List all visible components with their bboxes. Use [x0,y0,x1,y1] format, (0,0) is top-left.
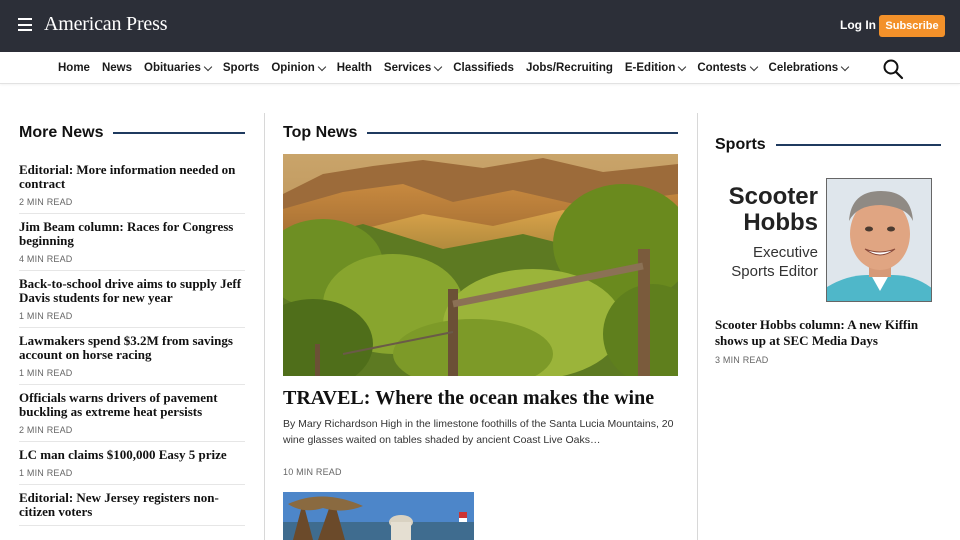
chevron-down-icon [203,62,213,71]
subscribe-button[interactable]: Subscribe [879,15,945,37]
read-time: 2 MIN READ [19,425,73,435]
chevron-down-icon [749,62,758,71]
more-news-title[interactable]: Back-to-school drive aims to supply Jeff… [19,277,245,305]
more-news-item[interactable]: Back-to-school drive aims to supply Jeff… [19,277,245,328]
nav-item-label: Health [336,62,372,74]
search-icon[interactable] [882,58,904,80]
more-news-title[interactable]: Lawmakers spend $3.2M from savings accou… [19,334,245,362]
more-news-title[interactable]: LC man claims $100,000 Easy 5 prize [19,448,245,462]
read-time: 1 MIN READ [19,468,73,478]
sports-header: Sports [715,136,941,154]
more-news-item[interactable]: LC man claims $100,000 Easy 5 prize 1 MIN… [19,448,245,485]
site-header: American Press Log In Subscribe [0,0,960,52]
more-news-item[interactable]: Officials warns drivers of pavement buck… [19,391,245,442]
lead-story-title[interactable]: TRAVEL: Where the ocean makes the wine [283,387,654,410]
read-time: 2 MIN READ [19,197,73,207]
nav-item-news[interactable]: News [102,62,132,74]
nav-item-health[interactable]: Health [337,62,372,74]
nav-item-label: Home [58,62,90,74]
nav-item-contests[interactable]: Contests [697,62,758,74]
nav-item-label: Opinion [271,62,315,74]
nav-item-classifieds[interactable]: Classifieds [453,62,514,74]
menu-icon[interactable] [18,18,32,31]
nav-items: Home News Obituaries Sports Opinion Health Ser… [58,52,860,84]
more-news-header: More News [19,124,245,142]
nav-item-obituaries[interactable]: Obituaries [144,62,213,74]
sports-story-title[interactable]: Scooter Hobbs column: A new Kiffin shows… [715,317,945,348]
more-news-item[interactable]: Lawmakers spend $3.2M from savings accou… [19,334,245,385]
columnist-name: Scooter Hobbs [728,183,818,236]
lead-story-image[interactable] [283,154,678,376]
section-rule [775,144,941,146]
lead-story-read-time: 10 MIN READ [283,467,342,477]
nav-item-label: Jobs/Recruiting [525,62,613,74]
main-nav: Home News Obituaries Sports Opinion Health Ser… [0,52,960,84]
nav-item-sports[interactable]: Sports [223,62,259,74]
more-news-title[interactable]: Editorial: More information needed on co… [19,163,245,191]
nav-item-label: Obituaries [144,62,201,74]
more-news-title[interactable]: Officials warns drivers of pavement buck… [19,391,245,419]
lead-story-summary: By Mary Richardson High in the limestone… [283,418,674,446]
chevron-down-icon [678,62,687,71]
column-divider [264,113,265,540]
sports-story-read-time: 3 MIN READ [715,355,769,365]
more-news-item[interactable]: Editorial: More information needed on co… [19,163,245,214]
section-rule [367,132,678,134]
nav-item-home[interactable]: Home [58,62,90,74]
chevron-down-icon [840,62,850,71]
more-news-item[interactable]: Jim Beam column: Races for Congress begi… [19,220,245,271]
top-news-heading: Top News [283,124,358,141]
nav-item-e-edition[interactable]: E-Edition [624,62,687,74]
nav-item-label: Classifieds [453,62,514,74]
sports-heading: Sports [715,136,766,153]
nav-item-label: Services [383,62,432,74]
secondary-story-image[interactable] [283,492,474,540]
chevron-down-icon [317,62,326,71]
nav-item-label: Contests [697,62,747,74]
columnist-photo [826,178,932,302]
read-time: 4 MIN READ [19,254,73,264]
login-link[interactable]: Log In [840,18,876,32]
section-rule [113,132,245,134]
nav-item-label: E-Edition [624,62,676,74]
chevron-down-icon [433,62,443,71]
nav-item-label: Celebrations [768,62,839,74]
more-news-title[interactable]: Jim Beam column: Races for Congress begi… [19,220,245,248]
nav-item-opinion[interactable]: Opinion [271,62,326,74]
nav-item-jobs-recruiting[interactable]: Jobs/Recruiting [526,62,613,74]
more-news-title[interactable]: Editorial: New Jersey registers non-citi… [19,491,245,519]
columnist-role: Executive Sports Editor [731,244,818,280]
site-logo[interactable]: American Press [44,13,167,36]
nav-item-label: News [101,62,132,74]
more-news-list: Editorial: More information needed on co… [19,163,245,532]
nav-item-services[interactable]: Services [383,62,443,74]
top-news-header: Top News [283,124,678,142]
column-divider [697,113,698,540]
read-time: 1 MIN READ [19,368,73,378]
nav-item-celebrations[interactable]: Celebrations [768,62,850,74]
more-news-heading: More News [19,124,104,141]
read-time: 1 MIN READ [19,311,73,321]
nav-item-label: Sports [222,62,260,74]
more-news-item[interactable]: Editorial: New Jersey registers non-citi… [19,491,245,526]
columnist-card[interactable]: Scooter Hobbs Executive Sports Editor [715,178,941,304]
